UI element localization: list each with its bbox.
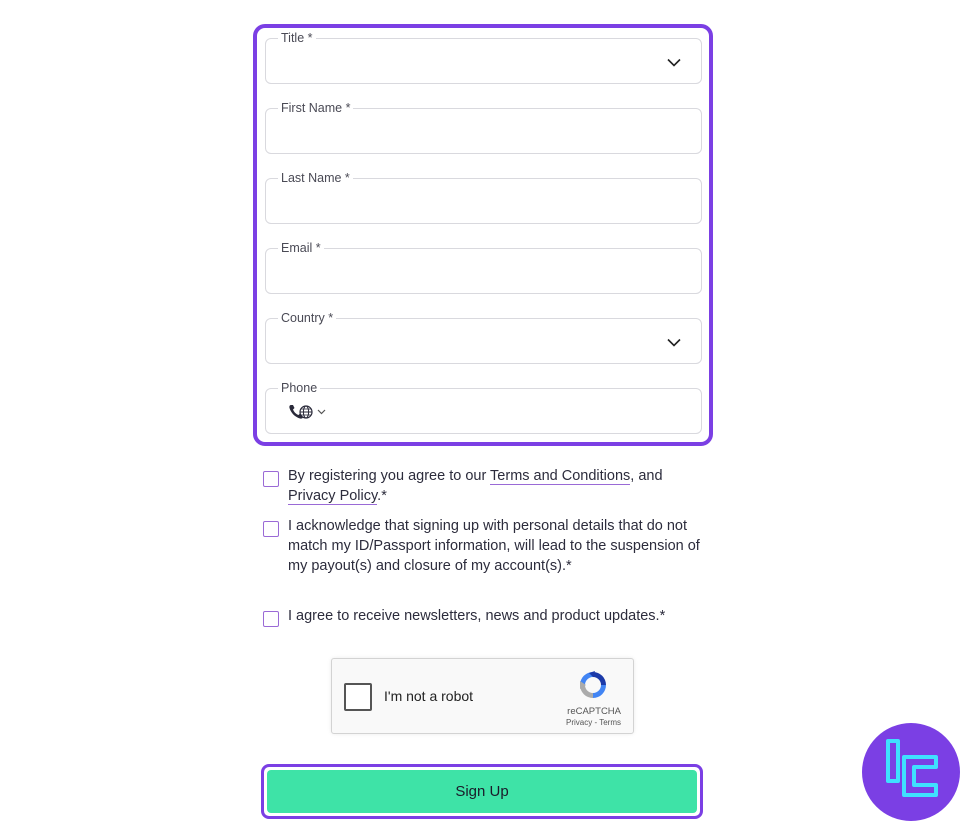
email-label: Email *: [278, 241, 324, 255]
tc-logo-icon: [886, 739, 938, 797]
brand-logo: [862, 723, 960, 821]
recaptcha-brand: reCAPTCHA: [567, 706, 621, 717]
last-name-label: Last Name *: [278, 171, 353, 185]
chevron-down-icon: [667, 338, 681, 347]
phone-field[interactable]: Phone: [265, 381, 702, 434]
title-label: Title *: [278, 31, 316, 45]
chevron-down-icon: [317, 409, 326, 415]
phone-label: Phone: [278, 381, 321, 395]
first-name-label: First Name *: [278, 101, 354, 115]
recaptcha-logo-icon: [580, 671, 606, 698]
first-name-field[interactable]: First Name *: [265, 101, 702, 154]
terms-text-suffix: .*: [377, 488, 387, 504]
first-name-input[interactable]: [278, 123, 658, 147]
email-field[interactable]: Email *: [265, 241, 702, 294]
last-name-input[interactable]: [278, 193, 658, 217]
terms-consent-text: By registering you agree to our Terms an…: [288, 466, 713, 506]
id-acknowledgement-text: I acknowledge that signing up with perso…: [288, 518, 700, 574]
title-select[interactable]: Title *: [265, 31, 702, 84]
registration-form: Title * First Name * Last Name * Email *…: [253, 24, 713, 446]
recaptcha-terms-link[interactable]: Terms: [599, 718, 621, 727]
country-label: Country *: [278, 311, 337, 325]
newsletter-text: I agree to receive newsletters, news and…: [288, 608, 666, 624]
last-name-field[interactable]: Last Name *: [265, 171, 702, 224]
terms-text-prefix: By registering you agree to our: [288, 468, 491, 484]
email-input[interactable]: [278, 263, 658, 287]
privacy-policy-link[interactable]: Privacy Policy: [288, 488, 378, 505]
terms-checkbox[interactable]: [263, 471, 279, 487]
country-select[interactable]: Country *: [265, 311, 702, 364]
country-code-dropdown[interactable]: [288, 403, 326, 421]
id-acknowledgement-checkbox[interactable]: [263, 521, 279, 537]
phone-input[interactable]: [336, 403, 686, 427]
terms-and-conditions-link[interactable]: Terms and Conditions: [490, 468, 631, 485]
recaptcha-label: I'm not a robot: [384, 688, 474, 704]
sign-up-button[interactable]: Sign Up: [267, 770, 697, 813]
recaptcha-links: Privacy - Terms: [566, 718, 621, 727]
recaptcha-privacy-link[interactable]: Privacy: [566, 718, 592, 727]
newsletter-checkbox[interactable]: [263, 611, 279, 627]
recaptcha-widget: I'm not a robot reCAPTCHA Privacy - Term…: [331, 658, 634, 734]
recaptcha-checkbox[interactable]: [344, 683, 372, 711]
phone-globe-icon: [289, 405, 313, 419]
terms-text-mid: , and: [630, 468, 663, 484]
chevron-down-icon: [667, 58, 681, 67]
signup-button-frame: Sign Up: [261, 764, 703, 819]
